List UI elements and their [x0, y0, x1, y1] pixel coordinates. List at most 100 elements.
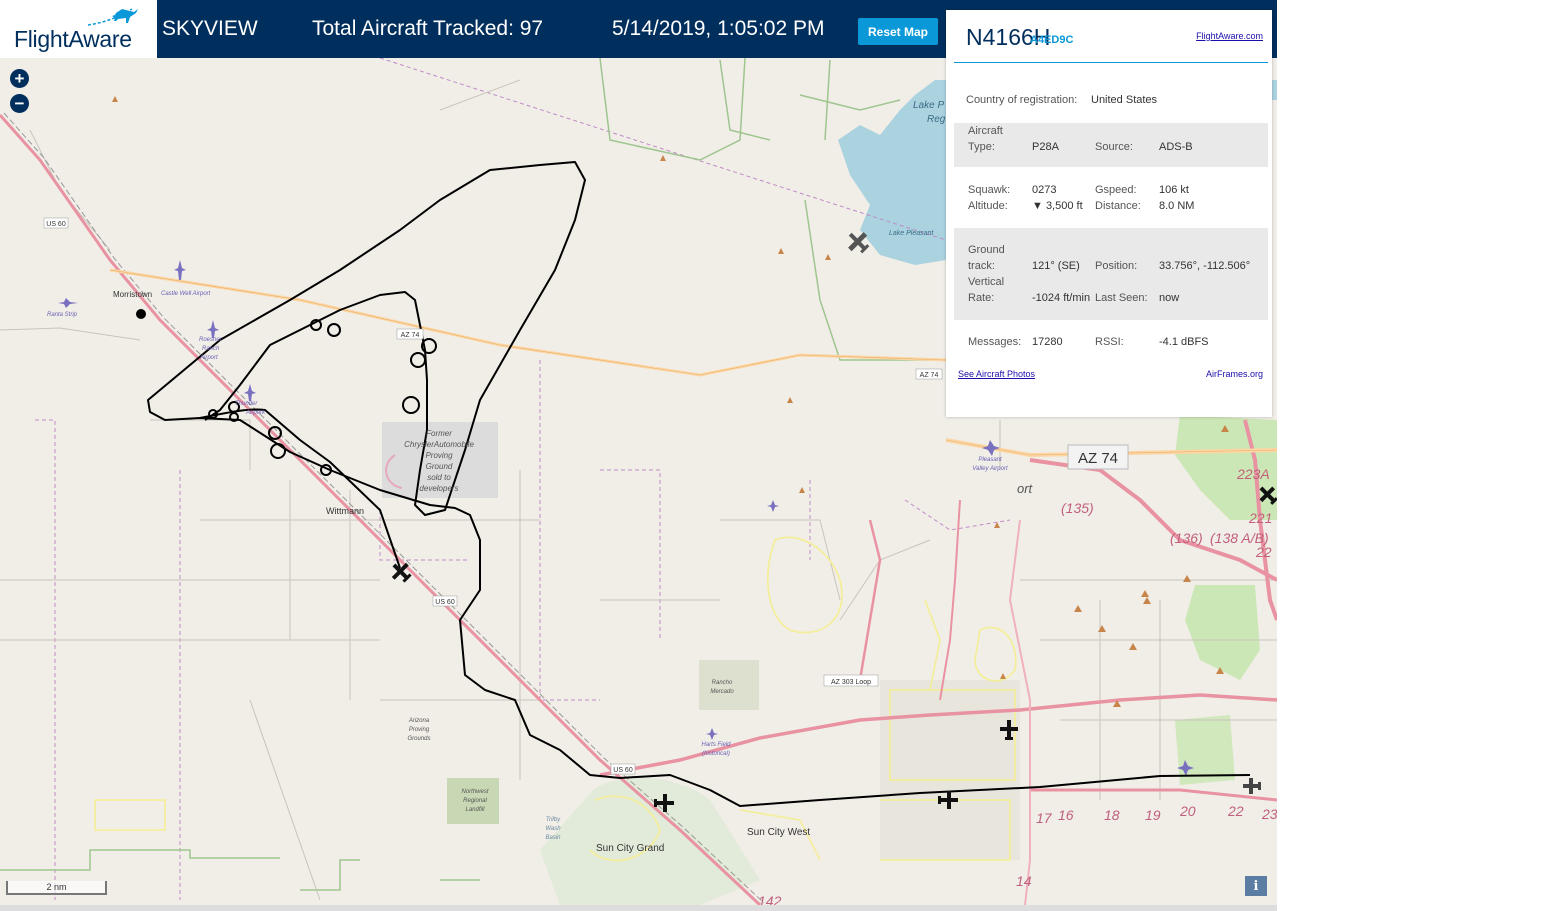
svg-text:20: 20: [1179, 803, 1196, 819]
svg-text:Basin: Basin: [545, 835, 561, 841]
map-bottom-scrollbar[interactable]: [0, 905, 1277, 911]
vrate-label-line2: Rate:: [968, 292, 995, 304]
svg-text:Proving: Proving: [425, 451, 453, 460]
map-label-ranta: Ranta Strip: [47, 312, 78, 318]
map-label-lake-reg: Reg: [927, 114, 946, 125]
svg-text:Proving: Proving: [409, 727, 430, 733]
svg-text:Rancho: Rancho: [712, 680, 733, 686]
map-label-wittmann: Wittmann: [326, 506, 364, 516]
position-value: 33.756°, -112.506°: [1159, 260, 1251, 272]
header-timestamp: 5/14/2019, 1:05:02 PM: [612, 17, 825, 40]
map-label-lake-pleasant: Lake Pleasant: [889, 230, 934, 237]
svg-text:23: 23: [1261, 806, 1277, 822]
svg-text:Trilby: Trilby: [546, 817, 561, 823]
messages-value: 17280: [1032, 336, 1063, 348]
svg-text:AZ 74: AZ 74: [401, 332, 420, 339]
altitude-value: ▼ 3,500 ft: [1032, 200, 1083, 212]
track-label-line1: Ground: [968, 244, 1005, 256]
svg-text:Valley Airport: Valley Airport: [972, 466, 1008, 472]
svg-text:Mercado: Mercado: [710, 689, 734, 695]
map-label-roesner-3: Airport: [199, 355, 218, 361]
zoom-in-button[interactable]: +: [10, 69, 29, 88]
road-shield-us60-b: US 60: [432, 595, 458, 607]
vrate-value: -1024 ft/min: [1032, 292, 1091, 304]
aircraft-info-panel: N4166H A4ED9C FlightAware.com Country of…: [946, 10, 1272, 417]
country-label: Country of registration:: [966, 94, 1078, 106]
svg-text:Ground: Ground: [426, 462, 453, 471]
svg-text:22: 22: [1227, 803, 1244, 819]
road-shield-us60-c: US 60: [610, 763, 636, 775]
svg-text:17: 17: [1036, 810, 1053, 826]
gspeed-value: 106 kt: [1159, 184, 1189, 196]
flightaware-link[interactable]: FlightAware.com: [1196, 31, 1263, 41]
svg-text:Harts Field: Harts Field: [701, 742, 731, 748]
road-shield-az74-b: AZ 74: [915, 368, 943, 380]
map-label-castle-well: Castle Well Airport: [161, 291, 211, 297]
svg-text:AZ 74: AZ 74: [1078, 450, 1118, 467]
road-shield-az74-big: AZ 74: [1067, 444, 1129, 470]
svg-text:ChryslerAutomobile: ChryslerAutomobile: [404, 440, 474, 449]
track-band: [954, 228, 1268, 320]
flightaware-logo[interactable]: FlightAware: [0, 0, 157, 58]
road-shield-az74-a: AZ 74: [396, 328, 424, 340]
svg-text:Wash: Wash: [545, 826, 561, 832]
reset-map-button[interactable]: Reset Map: [858, 18, 938, 45]
plane-logo-icon: [87, 8, 138, 26]
map-label-thunder-1: Thunder: [235, 401, 258, 407]
svg-text:16: 16: [1058, 807, 1074, 823]
rssi-value: -4.1 dBFS: [1159, 336, 1209, 348]
skyview-app: Morristown Wittmann Sun City Grand Sun C…: [0, 0, 1277, 911]
total-aircraft-tracked: Total Aircraft Tracked: 97: [312, 17, 544, 40]
map-label-lake-p: Lake P: [913, 100, 944, 111]
svg-text:223A: 223A: [1236, 466, 1270, 482]
svg-text:(135): (135): [1061, 500, 1094, 516]
svg-text:US 60: US 60: [46, 221, 66, 228]
svg-text:22: 22: [1255, 544, 1272, 560]
svg-text:(136): (136): [1170, 530, 1203, 546]
map-label-sun-city-west: Sun City West: [747, 827, 810, 838]
source-label: Source:: [1095, 141, 1133, 153]
airframes-link[interactable]: AirFrames.org: [1206, 369, 1263, 379]
svg-text:US 60: US 60: [613, 767, 633, 774]
svg-text:sold to: sold to: [427, 473, 451, 482]
map-label-roesner-1: Roesner: [199, 337, 223, 343]
map-label-ort: ort: [1017, 481, 1034, 496]
track-label-line2: track:: [968, 260, 995, 272]
lastseen-label: Last Seen:: [1095, 292, 1148, 304]
road-shield-az303: AZ 303 Loop: [823, 674, 879, 687]
country-value: United States: [1091, 94, 1158, 106]
svg-text:developers: developers: [419, 484, 458, 493]
svg-text:Arizona: Arizona: [408, 718, 430, 724]
position-label: Position:: [1095, 260, 1138, 272]
svg-text:18: 18: [1104, 807, 1120, 823]
map-label-trilby: Trilby Wash Basin: [545, 817, 561, 841]
map-label-sun-city-grand: Sun City Grand: [596, 843, 664, 854]
distance-value: 8.0 NM: [1159, 200, 1195, 212]
svg-text:Grounds: Grounds: [407, 736, 430, 742]
svg-text:(138 A/B): (138 A/B): [1210, 530, 1269, 546]
map-label-az-proving: Arizona Proving Grounds: [407, 718, 430, 742]
panel-divider: [954, 62, 1268, 63]
zoom-out-button[interactable]: −: [10, 94, 29, 113]
svg-text:(historical): (historical): [702, 751, 730, 757]
svg-text:US 60: US 60: [435, 599, 455, 606]
aircraft-hex: A4ED9C: [1030, 34, 1074, 46]
svg-text:AZ 74: AZ 74: [920, 372, 939, 379]
squawk-value: 0273: [1032, 184, 1057, 196]
svg-text:221: 221: [1248, 510, 1272, 526]
svg-text:Regional: Regional: [463, 798, 487, 804]
messages-label: Messages:: [968, 336, 1022, 348]
svg-text:Pleasant: Pleasant: [978, 457, 1002, 463]
track-start-dot: [136, 309, 146, 319]
squawk-label: Squawk:: [968, 184, 1011, 196]
rssi-label: RSSI:: [1095, 336, 1124, 348]
svg-text:Former: Former: [426, 429, 452, 438]
svg-text:Northwest: Northwest: [461, 789, 488, 795]
map-info-button[interactable]: i: [1245, 876, 1267, 896]
aircraft-photos-link[interactable]: See Aircraft Photos: [958, 369, 1035, 379]
map-label-thunder-2: Airpark: [245, 410, 266, 416]
lastseen-value: now: [1159, 292, 1180, 304]
vrate-label-line1: Vertical: [968, 276, 1005, 288]
track-value: 121° (SE): [1032, 260, 1080, 272]
type-value: P28A: [1032, 141, 1059, 153]
